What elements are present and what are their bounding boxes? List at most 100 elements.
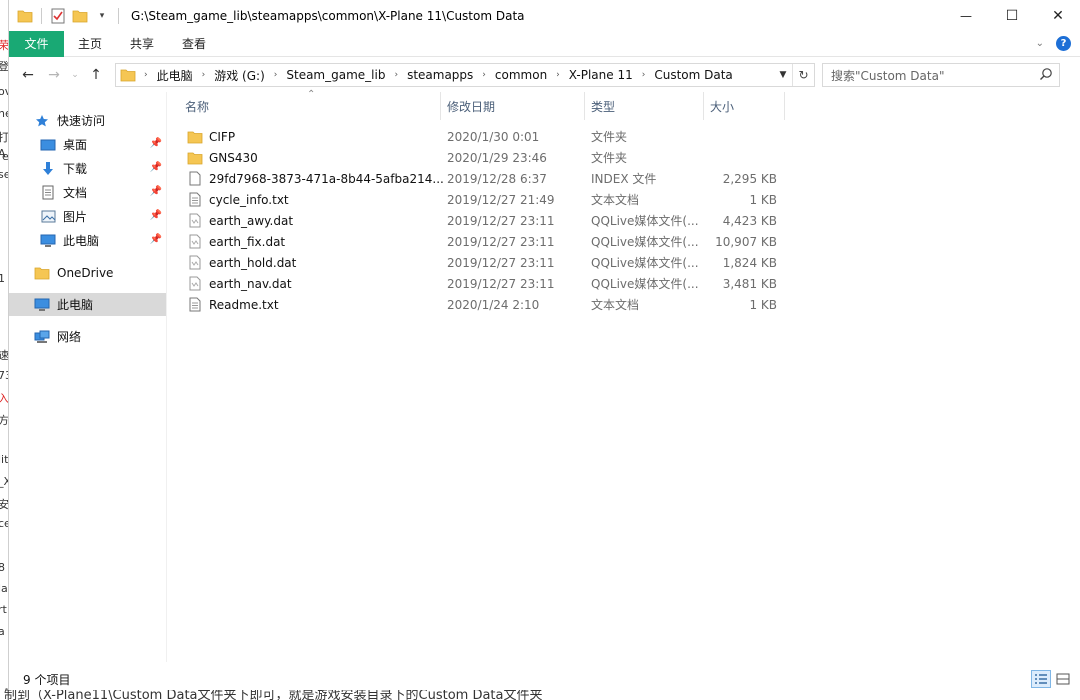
file-date: 2019/12/28 6:37 xyxy=(447,171,547,186)
address-history-button[interactable]: ▼ xyxy=(774,64,792,86)
list-item[interactable]: earth_awy.dat 2019/12/27 23:11 QQLive媒体文… xyxy=(167,210,787,231)
chevron-right-icon[interactable]: › xyxy=(274,70,278,80)
chevron-right-icon[interactable]: › xyxy=(144,70,148,80)
file-type: QQLive媒体文件(... xyxy=(591,277,699,291)
window-title: G:\Steam_game_lib\steamapps\common\X-Pla… xyxy=(131,8,525,23)
nav-item-onedrive[interactable]: OneDrive xyxy=(9,261,166,284)
ribbon-tabs: 文件 主页 共享 查看 ⌄ ? xyxy=(9,30,1080,57)
file-size: 1,824 KB xyxy=(722,255,777,270)
column-name[interactable]: 名称 xyxy=(185,92,209,120)
file-name: earth_nav.dat xyxy=(209,276,292,291)
maximize-button[interactable]: ☐ xyxy=(989,0,1035,31)
folder-icon xyxy=(33,265,51,281)
expand-ribbon-icon[interactable]: ⌄ xyxy=(1036,38,1044,49)
chevron-right-icon[interactable]: › xyxy=(482,70,486,80)
nav-item-desktop[interactable]: 桌面 📌 xyxy=(9,133,166,156)
recent-locations-button[interactable]: ⌄ xyxy=(67,62,83,88)
pin-icon[interactable]: 📌 xyxy=(150,138,162,149)
nav-item-documents[interactable]: 文档 📌 xyxy=(9,181,166,204)
breadcrumb-item[interactable]: 此电脑 xyxy=(157,67,193,84)
file-name: cycle_info.txt xyxy=(209,192,289,207)
list-item[interactable]: cycle_info.txt 2019/12/27 21:49 文本文档 1 K… xyxy=(167,189,787,210)
file-size: 2,295 KB xyxy=(722,171,777,186)
column-date[interactable]: 修改日期 xyxy=(447,92,495,120)
bg-fragment: 登 xyxy=(0,60,8,73)
tab-file[interactable]: 文件 xyxy=(9,30,64,57)
nav-item-this-pc[interactable]: 此电脑 xyxy=(9,293,166,316)
nav-item-this-pc-pinned[interactable]: 此电脑 📌 xyxy=(9,229,166,252)
chevron-right-icon[interactable]: › xyxy=(642,70,646,80)
file-type: QQLive媒体文件(... xyxy=(591,256,699,270)
customize-toolbar-icon[interactable]: ▾ xyxy=(94,8,110,24)
list-item[interactable]: earth_fix.dat 2019/12/27 23:11 QQLive媒体文… xyxy=(167,231,787,252)
nav-item-label: 图片 xyxy=(63,210,88,224)
column-type[interactable]: 类型 xyxy=(591,92,615,120)
list-item[interactable]: CIFP 2020/1/30 0:01 文件夹 xyxy=(167,126,787,147)
list-item[interactable]: 29fd7968-3873-471a-8b44-5afba214... 2019… xyxy=(167,168,787,189)
nav-item-network[interactable]: 网络 xyxy=(9,325,166,348)
pc-icon xyxy=(33,297,51,313)
pin-icon[interactable]: 📌 xyxy=(150,162,162,173)
bg-fragment: ce xyxy=(0,517,8,530)
column-separator[interactable] xyxy=(440,92,441,120)
text-file-icon xyxy=(187,297,203,313)
breadcrumb-item[interactable]: X-Plane 11 xyxy=(569,68,633,82)
nav-item-downloads[interactable]: 下载 📌 xyxy=(9,157,166,180)
chevron-down-icon: ⌄ xyxy=(71,70,79,80)
help-icon[interactable]: ? xyxy=(1056,36,1071,51)
pin-icon[interactable]: 📌 xyxy=(150,234,162,245)
column-separator[interactable] xyxy=(584,92,585,120)
search-input[interactable]: 搜索"Custom Data" xyxy=(822,63,1060,87)
list-item[interactable]: earth_hold.dat 2019/12/27 23:11 QQLive媒体… xyxy=(167,252,787,273)
bg-fragment: ov xyxy=(0,85,8,98)
pin-icon[interactable]: 📌 xyxy=(150,186,162,197)
refresh-button[interactable]: ↻ xyxy=(792,64,814,86)
forward-button[interactable]: → xyxy=(41,62,67,88)
nav-item-quick-access[interactable]: 快速访问 xyxy=(9,109,166,132)
breadcrumb-item[interactable]: steamapps xyxy=(407,68,473,82)
breadcrumb-item[interactable]: Custom Data xyxy=(654,68,732,82)
close-button[interactable]: ✕ xyxy=(1035,0,1080,31)
file-date: 2019/12/27 23:11 xyxy=(447,234,555,249)
bg-fragment: lit xyxy=(0,453,8,466)
status-bar: 9 个项目 xyxy=(9,668,1080,690)
bg-fragment: 打 xyxy=(0,131,8,144)
up-button[interactable]: ↑ xyxy=(83,62,109,88)
chevron-right-icon[interactable]: › xyxy=(202,70,206,80)
large-icons-view-button[interactable] xyxy=(1053,670,1073,688)
list-item[interactable]: earth_nav.dat 2019/12/27 23:11 QQLive媒体文… xyxy=(167,273,787,294)
quick-access-toolbar: ▾ xyxy=(9,7,121,24)
column-separator[interactable] xyxy=(784,92,785,120)
explorer-window: ▾ G:\Steam_game_lib\steamapps\common\X-P… xyxy=(8,0,1080,690)
minimize-button[interactable]: — xyxy=(943,0,989,31)
chevron-right-icon[interactable]: › xyxy=(394,70,398,80)
properties-icon[interactable] xyxy=(50,8,66,24)
pin-icon[interactable]: 📌 xyxy=(150,210,162,221)
tab-view[interactable]: 查看 xyxy=(168,31,220,57)
address-bar[interactable]: › 此电脑 › 游戏 (G:) › Steam_game_lib › steam… xyxy=(115,63,815,87)
nav-item-pictures[interactable]: 图片 📌 xyxy=(9,205,166,228)
breadcrumb-item[interactable]: 游戏 (G:) xyxy=(214,67,265,84)
list-item[interactable]: Readme.txt 2020/1/24 2:10 文本文档 1 KB xyxy=(167,294,787,315)
bg-fragment: 速 xyxy=(0,349,8,362)
document-icon xyxy=(39,185,57,201)
column-size[interactable]: 大小 xyxy=(710,92,734,120)
column-header: ⌃ 名称 修改日期 类型 大小 xyxy=(167,89,787,120)
nav-item-label: OneDrive xyxy=(57,265,114,280)
new-folder-icon[interactable] xyxy=(72,8,88,24)
bg-fragment: la xyxy=(0,582,8,595)
tab-home[interactable]: 主页 xyxy=(64,31,116,57)
details-view-button[interactable] xyxy=(1031,670,1051,688)
nav-item-label: 此电脑 xyxy=(57,298,94,312)
media-file-icon xyxy=(187,255,203,271)
bg-fragment: se xyxy=(0,168,8,181)
chevron-right-icon[interactable]: › xyxy=(556,70,560,80)
breadcrumb-item[interactable]: common xyxy=(495,68,547,82)
folder-icon[interactable] xyxy=(17,8,33,24)
list-item[interactable]: GNS430 2020/1/29 23:46 文件夹 xyxy=(167,147,787,168)
tab-share[interactable]: 共享 xyxy=(116,31,168,57)
back-button[interactable]: ← xyxy=(15,62,41,88)
navigation-pane: 快速访问 桌面 📌 下载 📌 文档 📌 图片 📌 此电脑 📌 OneDrive … xyxy=(9,92,166,662)
breadcrumb-item[interactable]: Steam_game_lib xyxy=(286,68,385,82)
column-separator[interactable] xyxy=(703,92,704,120)
